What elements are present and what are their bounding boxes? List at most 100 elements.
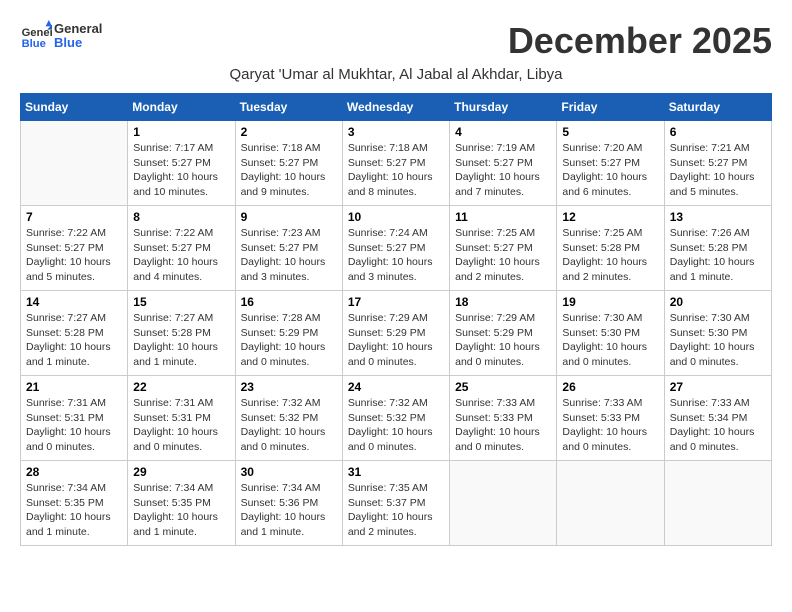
- day-info: Sunrise: 7:34 AMSunset: 5:35 PMDaylight:…: [26, 481, 122, 540]
- calendar-cell: 26Sunrise: 7:33 AMSunset: 5:33 PMDayligh…: [557, 376, 664, 461]
- calendar-cell: 2 Sunrise: 7:18 AMSunset: 5:27 PMDaylight…: [235, 121, 342, 206]
- day-info: Sunrise: 7:22 AMSunset: 5:27 PMDaylight:…: [133, 226, 229, 285]
- logo: General Blue General Blue: [20, 20, 102, 52]
- day-info: Sunrise: 7:31 AMSunset: 5:31 PMDaylight:…: [26, 396, 122, 455]
- day-info: Sunrise: 7:33 AMSunset: 5:33 PMDaylight:…: [455, 396, 551, 455]
- day-number: 20: [670, 295, 766, 309]
- day-info: Sunrise: 7:33 AMSunset: 5:34 PMDaylight:…: [670, 396, 766, 455]
- weekday-header-saturday: Saturday: [664, 94, 771, 121]
- calendar-cell: 24 Sunrise: 7:32 AMSunset: 5:32 PMDayligh…: [342, 376, 449, 461]
- month-title: December 2025: [508, 20, 772, 62]
- day-info: Sunrise: 7:31 AMSunset: 5:31 PMDaylight:…: [133, 396, 229, 455]
- day-number: 28: [26, 465, 122, 479]
- day-number: 24: [348, 380, 444, 394]
- day-number: 27: [670, 380, 766, 394]
- day-info: Sunrise: 7:32 AMSunset: 5:32 PMDaylight:…: [348, 396, 444, 455]
- day-number: 22: [133, 380, 229, 394]
- calendar-cell: 27 Sunrise: 7:33 AMSunset: 5:34 PMDayligh…: [664, 376, 771, 461]
- day-number: 10: [348, 210, 444, 224]
- day-number: 6: [670, 125, 766, 139]
- day-info: Sunrise: 7:24 AMSunset: 5:27 PMDaylight:…: [348, 226, 444, 285]
- day-number: 14: [26, 295, 122, 309]
- weekday-header-thursday: Thursday: [450, 94, 557, 121]
- day-info: Sunrise: 7:25 AMSunset: 5:28 PMDaylight:…: [562, 226, 658, 285]
- day-number: 4: [455, 125, 551, 139]
- day-number: 30: [241, 465, 337, 479]
- calendar-cell: 18Sunrise: 7:29 AMSunset: 5:29 PMDayligh…: [450, 291, 557, 376]
- calendar-cell: [557, 461, 664, 546]
- day-number: 21: [26, 380, 122, 394]
- calendar-cell: 29 Sunrise: 7:34 AMSunset: 5:35 PMDayligh…: [128, 461, 235, 546]
- day-number: 5: [562, 125, 658, 139]
- calendar-cell: 11 Sunrise: 7:25 AMSunset: 5:27 PMDayligh…: [450, 206, 557, 291]
- svg-text:General: General: [22, 27, 52, 39]
- day-number: 12: [562, 210, 658, 224]
- week-row-4: 21 Sunrise: 7:31 AMSunset: 5:31 PMDayligh…: [21, 376, 772, 461]
- day-number: 15: [133, 295, 229, 309]
- page-container: General Blue General Blue December 2025 …: [20, 20, 772, 546]
- day-number: 2: [241, 125, 337, 139]
- day-info: Sunrise: 7:33 AMSunset: 5:33 PMDaylight:…: [562, 396, 658, 455]
- day-info: Sunrise: 7:35 AMSunset: 5:37 PMDaylight:…: [348, 481, 444, 540]
- weekday-header-tuesday: Tuesday: [235, 94, 342, 121]
- calendar-cell: 25 Sunrise: 7:33 AMSunset: 5:33 PMDayligh…: [450, 376, 557, 461]
- day-number: 31: [348, 465, 444, 479]
- logo-general: General: [54, 22, 102, 36]
- day-number: 8: [133, 210, 229, 224]
- day-number: 23: [241, 380, 337, 394]
- day-number: 1: [133, 125, 229, 139]
- week-row-5: 28 Sunrise: 7:34 AMSunset: 5:35 PMDayligh…: [21, 461, 772, 546]
- day-info: Sunrise: 7:28 AMSunset: 5:29 PMDaylight:…: [241, 311, 337, 370]
- calendar-cell: 1 Sunrise: 7:17 AMSunset: 5:27 PMDaylight…: [128, 121, 235, 206]
- calendar-cell: 4 Sunrise: 7:19 AMSunset: 5:27 PMDaylight…: [450, 121, 557, 206]
- day-info: Sunrise: 7:19 AMSunset: 5:27 PMDaylight:…: [455, 141, 551, 200]
- day-info: Sunrise: 7:18 AMSunset: 5:27 PMDaylight:…: [241, 141, 337, 200]
- calendar-cell: 14 Sunrise: 7:27 AMSunset: 5:28 PMDayligh…: [21, 291, 128, 376]
- day-info: Sunrise: 7:25 AMSunset: 5:27 PMDaylight:…: [455, 226, 551, 285]
- calendar-cell: 16 Sunrise: 7:28 AMSunset: 5:29 PMDayligh…: [235, 291, 342, 376]
- day-info: Sunrise: 7:30 AMSunset: 5:30 PMDaylight:…: [670, 311, 766, 370]
- calendar-cell: 12 Sunrise: 7:25 AMSunset: 5:28 PMDayligh…: [557, 206, 664, 291]
- week-row-1: 1 Sunrise: 7:17 AMSunset: 5:27 PMDaylight…: [21, 121, 772, 206]
- day-number: 25: [455, 380, 551, 394]
- day-info: Sunrise: 7:18 AMSunset: 5:27 PMDaylight:…: [348, 141, 444, 200]
- day-number: 7: [26, 210, 122, 224]
- day-number: 17: [348, 295, 444, 309]
- calendar-cell: 9Sunrise: 7:23 AMSunset: 5:27 PMDaylight…: [235, 206, 342, 291]
- day-info: Sunrise: 7:27 AMSunset: 5:28 PMDaylight:…: [133, 311, 229, 370]
- day-info: Sunrise: 7:29 AMSunset: 5:29 PMDaylight:…: [455, 311, 551, 370]
- day-number: 29: [133, 465, 229, 479]
- day-info: Sunrise: 7:34 AMSunset: 5:35 PMDaylight:…: [133, 481, 229, 540]
- calendar-cell: 22 Sunrise: 7:31 AMSunset: 5:31 PMDayligh…: [128, 376, 235, 461]
- weekday-header-monday: Monday: [128, 94, 235, 121]
- calendar-cell: 3 Sunrise: 7:18 AMSunset: 5:27 PMDaylight…: [342, 121, 449, 206]
- calendar-cell: 5 Sunrise: 7:20 AMSunset: 5:27 PMDaylight…: [557, 121, 664, 206]
- day-number: 16: [241, 295, 337, 309]
- calendar-cell: 30Sunrise: 7:34 AMSunset: 5:36 PMDayligh…: [235, 461, 342, 546]
- day-info: Sunrise: 7:26 AMSunset: 5:28 PMDaylight:…: [670, 226, 766, 285]
- day-info: Sunrise: 7:17 AMSunset: 5:27 PMDaylight:…: [133, 141, 229, 200]
- calendar-cell: 6 Sunrise: 7:21 AMSunset: 5:27 PMDaylight…: [664, 121, 771, 206]
- calendar-cell: 7Sunrise: 7:22 AMSunset: 5:27 PMDaylight…: [21, 206, 128, 291]
- day-info: Sunrise: 7:27 AMSunset: 5:28 PMDaylight:…: [26, 311, 122, 370]
- logo-blue: Blue: [54, 36, 102, 50]
- calendar-cell: [450, 461, 557, 546]
- calendar-cell: 20 Sunrise: 7:30 AMSunset: 5:30 PMDayligh…: [664, 291, 771, 376]
- calendar-cell: 28 Sunrise: 7:34 AMSunset: 5:35 PMDayligh…: [21, 461, 128, 546]
- day-info: Sunrise: 7:21 AMSunset: 5:27 PMDaylight:…: [670, 141, 766, 200]
- day-info: Sunrise: 7:23 AMSunset: 5:27 PMDaylight:…: [241, 226, 337, 285]
- logo-icon: General Blue: [20, 20, 52, 52]
- weekday-header-friday: Friday: [557, 94, 664, 121]
- calendar-cell: 13Sunrise: 7:26 AMSunset: 5:28 PMDayligh…: [664, 206, 771, 291]
- day-number: 3: [348, 125, 444, 139]
- day-info: Sunrise: 7:32 AMSunset: 5:32 PMDaylight:…: [241, 396, 337, 455]
- weekday-header-wednesday: Wednesday: [342, 94, 449, 121]
- week-row-3: 14 Sunrise: 7:27 AMSunset: 5:28 PMDayligh…: [21, 291, 772, 376]
- day-number: 19: [562, 295, 658, 309]
- day-number: 11: [455, 210, 551, 224]
- calendar-cell: 17Sunrise: 7:29 AMSunset: 5:29 PMDayligh…: [342, 291, 449, 376]
- day-info: Sunrise: 7:20 AMSunset: 5:27 PMDaylight:…: [562, 141, 658, 200]
- weekday-header-sunday: Sunday: [21, 94, 128, 121]
- calendar-cell: [664, 461, 771, 546]
- calendar-cell: 10 Sunrise: 7:24 AMSunset: 5:27 PMDayligh…: [342, 206, 449, 291]
